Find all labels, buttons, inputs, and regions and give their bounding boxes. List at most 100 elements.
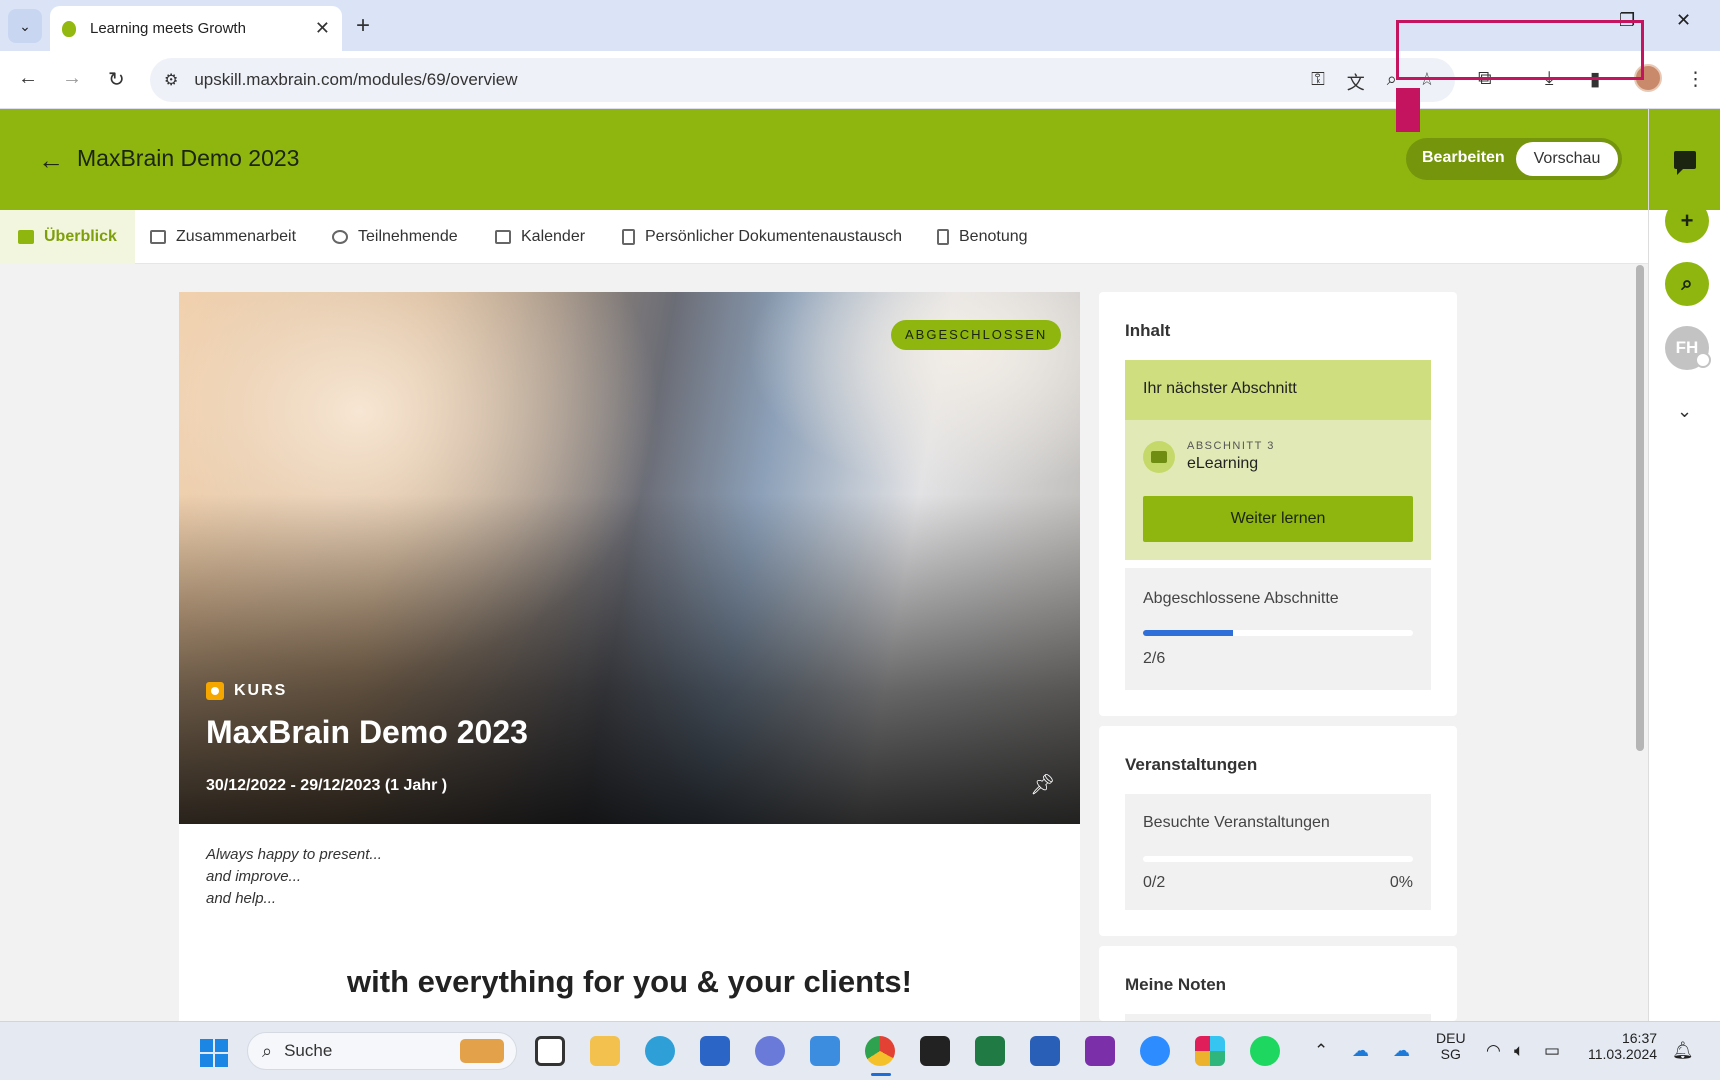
browser-tab[interactable]: Learning meets Growth ✕ [50,6,342,51]
browser-menu-icon[interactable]: ⋮ [1686,68,1705,91]
task-view-icon[interactable] [535,1036,565,1066]
tab-search-button[interactable]: ⌄ [8,9,42,43]
edit-mode-button[interactable]: Bearbeiten [1422,149,1505,167]
dashboard-icon [18,230,34,244]
chat-icon [1674,150,1696,175]
search-icon: ⌕ [1681,272,1693,295]
next-section-name: eLearning [1187,455,1259,472]
user-avatar[interactable]: FH [1665,326,1711,370]
tab-grading[interactable]: Benotung [937,210,1028,264]
chat-button[interactable] [1649,109,1720,210]
tab-label: Überblick [44,228,117,245]
visited-events-label: Besuchte Veranstaltungen [1143,814,1330,831]
reload-icon[interactable]: ↻ [108,67,125,92]
add-button[interactable]: + [1665,199,1709,243]
course-title: MaxBrain Demo 2023 [206,714,528,750]
course-type-text: KURS [234,682,288,699]
tab-label: Persönlicher Dokumentenaustausch [645,228,903,245]
clock-time: 16:37 [1621,1030,1658,1046]
pin-icon[interactable]: 📌︎ [1030,772,1055,797]
grades-card-title: Meine Noten [1125,975,1227,994]
wifi-icon[interactable]: ◠ [1486,1041,1501,1061]
back-icon[interactable]: ← [18,67,38,90]
close-window-button[interactable]: ✕ [1676,10,1691,31]
arc-icon[interactable] [755,1036,785,1066]
forward-icon[interactable]: → [62,67,82,90]
mode-toggle[interactable]: Bearbeiten Vorschau [1406,138,1622,180]
address-bar[interactable]: ⚙ upskill.maxbrain.com/modules/69/overvi… [150,58,1455,102]
onedrive-business-icon[interactable]: ☁ [1393,1041,1410,1061]
description-line: and improve... [206,868,302,885]
search-icon: ⌕ [262,1040,273,1061]
next-section-heading: Ihr nächster Abschnitt [1125,360,1431,420]
tab-close-icon[interactable]: ✕ [315,18,330,39]
back-arrow-icon[interactable]: ← [38,145,64,176]
plus-icon: + [1680,208,1694,233]
language-code: DEU [1436,1030,1466,1046]
todo-icon[interactable] [810,1036,840,1066]
visited-events-box: Besuchte Veranstaltungen 0/2 0% [1125,794,1431,910]
tab-collaboration[interactable]: Zusammenarbeit [150,210,296,264]
course-dates: 30/12/2022 - 29/12/2023 (1 Jahr ) [206,777,448,794]
spotify-icon[interactable] [1250,1036,1280,1066]
tab-label: Zusammenarbeit [176,228,297,245]
next-section-item[interactable]: ABSCHNITT 3 eLearning [1143,440,1275,473]
chrome-icon[interactable] [865,1036,895,1066]
new-tab-button[interactable]: + [356,12,370,40]
translate-icon[interactable]: 文 [1347,69,1365,95]
figma-icon[interactable] [920,1036,950,1066]
taskbar-search[interactable]: ⌕ Suche [247,1032,517,1070]
chevron-down-icon[interactable]: ⌄ [1677,401,1692,422]
elearning-icon [1143,440,1175,473]
input-language[interactable]: DEU SG [1436,1030,1466,1062]
tab-title: Learning meets Growth [90,20,246,37]
tab-documents[interactable]: Persönlicher Dokumentenaustausch [622,210,902,264]
clock[interactable]: 16:37 11.03.2024 [1588,1030,1657,1062]
next-section-label: ABSCHNITT 3 [1187,440,1275,452]
word-icon[interactable] [1030,1036,1060,1066]
annotation-pointer [1396,88,1420,132]
course-type-icon [206,682,224,700]
volume-icon[interactable]: 🔈︎ [1514,1041,1524,1061]
excel-icon[interactable] [975,1036,1005,1066]
zoom-icon[interactable] [1140,1036,1170,1066]
file-explorer-icon[interactable] [590,1036,620,1066]
clock-date: 11.03.2024 [1588,1046,1658,1062]
url-text[interactable]: upskill.maxbrain.com/modules/69/overview [194,70,517,90]
battery-icon[interactable]: ▭ [1544,1041,1560,1061]
store-icon[interactable] [700,1036,730,1066]
module-tabs: Überblick Zusammenarbeit Teilnehmende Ka… [0,210,1648,264]
description-line: and help... [206,890,277,907]
document-icon [622,229,635,245]
onenote-icon[interactable] [1085,1036,1115,1066]
annotation-highlight-frame [1396,20,1644,80]
edge-icon[interactable] [645,1036,675,1066]
search-button[interactable]: ⌕ [1665,262,1709,306]
description-line: Always happy to present... [206,846,382,863]
course-type-label: KURS [206,682,287,700]
course-hero-image: ABGESCHLOSSEN KURS MaxBrain Demo 2023 30… [179,292,1080,824]
notification-bell-icon[interactable]: 🔔︎ [1672,1041,1694,1061]
site-settings-icon[interactable]: ⚙ [164,70,178,90]
slack-icon[interactable] [1195,1036,1225,1066]
page-scrollbar[interactable] [1636,265,1644,751]
events-card: Veranstaltungen Besuchte Veranstaltungen… [1099,726,1457,936]
preview-mode-button[interactable]: Vorschau [1516,142,1618,176]
tab-participants[interactable]: Teilnehmende [332,210,458,264]
taskbar-search-placeholder: Suche [284,1041,333,1060]
onedrive-icon[interactable]: ☁ [1352,1041,1369,1061]
tab-overview[interactable]: Überblick [0,210,135,264]
completed-sections-box: Abgeschlossene Abschnitte 2/6 [1125,568,1431,690]
grades-card: Meine Noten [1099,946,1457,1021]
active-app-indicator [871,1073,891,1076]
hero-gradient-overlay [179,494,1080,824]
continue-learning-button[interactable]: Weiter lernen [1143,496,1413,542]
password-key-icon[interactable]: ⚿ [1311,69,1325,95]
windows-start-icon[interactable] [200,1039,228,1067]
events-card-title: Veranstaltungen [1125,755,1258,774]
tray-chevron-up-icon[interactable]: ⌃ [1314,1041,1328,1061]
folder-icon [150,230,166,244]
tab-calendar[interactable]: Kalender [495,210,585,264]
grades-box-edge [1125,1014,1431,1021]
region-code: SG [1440,1046,1461,1062]
